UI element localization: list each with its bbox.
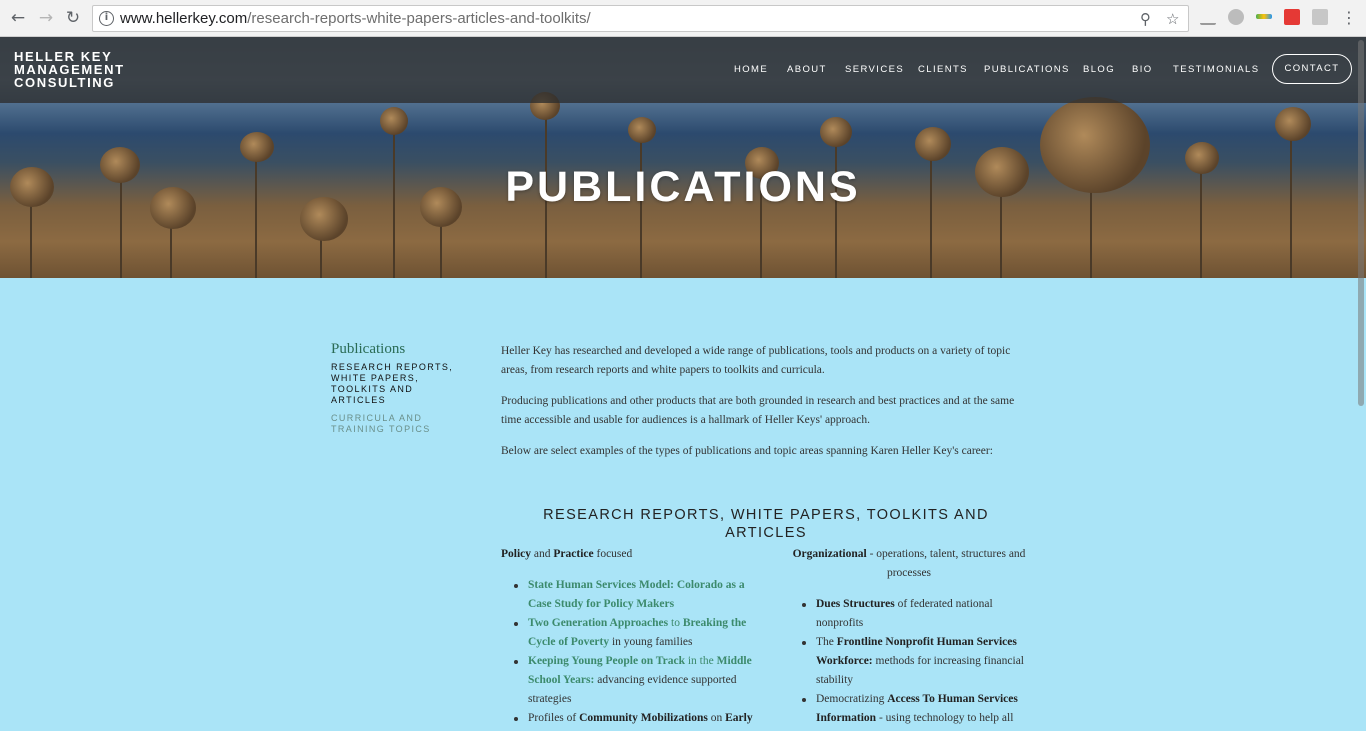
list-item: Profiles of Community Mobilizations on E… bbox=[501, 709, 761, 728]
site-logo[interactable]: HELLER KEY MANAGEMENT CONSULTING bbox=[14, 50, 125, 89]
organizational-column: Organizational - operations, talent, str… bbox=[789, 545, 1039, 731]
menu-kebab-icon[interactable]: ⋮ bbox=[1339, 8, 1359, 28]
hero-banner: HELLER KEY MANAGEMENT CONSULTING HOME AB… bbox=[0, 37, 1366, 278]
list-item: Democratizing Access To Human Services I… bbox=[789, 690, 1039, 731]
intro-paragraph: Producing publications and other product… bbox=[501, 395, 1015, 426]
extension-red-icon[interactable] bbox=[1284, 9, 1300, 25]
nav-publications[interactable]: PUBLICATIONS bbox=[984, 63, 1070, 77]
extension-rainbow-icon[interactable] bbox=[1256, 14, 1272, 19]
back-arrow-icon[interactable]: ← bbox=[8, 8, 28, 28]
nav-about[interactable]: ABOUT bbox=[787, 63, 827, 77]
nav-testimonials[interactable]: TESTIMONIALS bbox=[1173, 63, 1259, 77]
nav-services[interactable]: SERVICES bbox=[845, 63, 904, 77]
publication-link[interactable]: State Human Services Model: Colorado as … bbox=[528, 579, 745, 610]
scrollbar-thumb[interactable] bbox=[1358, 40, 1364, 406]
publication-link[interactable]: Keeping Young People on Track bbox=[528, 655, 685, 667]
extension-cloud-icon[interactable] bbox=[1228, 9, 1244, 25]
nav-blog[interactable]: BLOG bbox=[1083, 63, 1115, 77]
page-title: PUBLICATIONS bbox=[505, 163, 861, 211]
extension-grey-icon[interactable] bbox=[1312, 9, 1328, 25]
list-item: Keeping Young People on Track in the Mid… bbox=[501, 652, 761, 709]
page-scrollbar[interactable] bbox=[1356, 37, 1366, 731]
intro-text: Heller Key has researched and developed … bbox=[501, 342, 1031, 473]
extension-drive-icon[interactable] bbox=[1200, 9, 1216, 25]
reload-icon[interactable]: ↻ bbox=[63, 8, 83, 28]
nav-bio[interactable]: BIO bbox=[1132, 63, 1153, 77]
site-header: HELLER KEY MANAGEMENT CONSULTING HOME AB… bbox=[0, 37, 1366, 103]
url-text[interactable]: www.hellerkey.com/research-reports-white… bbox=[120, 10, 591, 28]
intro-paragraph: Below are select examples of the types o… bbox=[501, 445, 993, 457]
section-heading: RESEARCH REPORTS, WHITE PAPERS, TOOLKITS… bbox=[543, 507, 989, 541]
list-item: Two Generation Approaches to Breaking th… bbox=[501, 614, 761, 652]
zoom-icon[interactable]: ⚲ bbox=[1140, 10, 1151, 28]
column-heading: Organizational - operations, talent, str… bbox=[792, 548, 1026, 579]
nav-home[interactable]: HOME bbox=[734, 63, 768, 77]
list-item: State Human Services Model: Colorado as … bbox=[501, 576, 761, 614]
forward-arrow-icon[interactable]: → bbox=[36, 8, 56, 28]
sidebar-link-research-reports[interactable]: RESEARCH REPORTS, WHITE PAPERS, TOOLKITS… bbox=[331, 362, 471, 406]
sidebar-title[interactable]: Publications bbox=[331, 340, 471, 358]
policy-practice-column: Policy and Practice focused State Human … bbox=[501, 545, 761, 728]
list-item: The Frontline Nonprofit Human Services W… bbox=[789, 633, 1039, 690]
contact-button[interactable]: CONTACT bbox=[1272, 54, 1352, 84]
info-icon[interactable]: i bbox=[99, 11, 114, 26]
sidebar: Publications RESEARCH REPORTS, WHITE PAP… bbox=[331, 340, 471, 435]
publication-link[interactable]: Two Generation Approaches bbox=[528, 617, 668, 629]
column-heading: Policy and Practice focused bbox=[501, 548, 633, 560]
address-bar[interactable]: i www.hellerkey.com/research-reports-whi… bbox=[92, 5, 1189, 32]
nav-clients[interactable]: CLIENTS bbox=[918, 63, 968, 77]
browser-toolbar: ← → ↻ i www.hellerkey.com/research-repor… bbox=[0, 0, 1366, 37]
intro-paragraph: Heller Key has researched and developed … bbox=[501, 345, 1011, 376]
list-item: Dues Structures of federated national no… bbox=[789, 595, 1039, 633]
bookmark-star-icon[interactable]: ☆ bbox=[1166, 10, 1179, 28]
sidebar-link-curricula[interactable]: CURRICULA AND TRAINING TOPICS bbox=[331, 413, 471, 435]
